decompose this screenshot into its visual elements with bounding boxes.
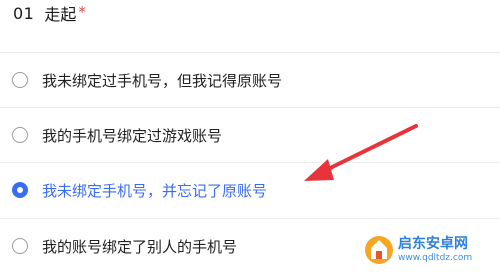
option-label: 我的手机号绑定过游戏账号 (42, 126, 223, 145)
option-forgot-account[interactable]: 我未绑定手机号，并忘记了原账号 (0, 163, 500, 217)
radio-button-checked[interactable] (12, 182, 28, 198)
question-title: 走起 (44, 5, 77, 24)
option-label: 我的账号绑定了别人的手机号 (42, 237, 238, 256)
radio-button[interactable] (12, 72, 28, 88)
option-phone-bound-game[interactable]: 我的手机号绑定过游戏账号 (0, 108, 500, 162)
watermark-url: www.qdltdz.com (398, 253, 473, 263)
radio-button[interactable] (12, 238, 28, 254)
required-mark: * (78, 3, 86, 21)
question-header: 01 走起 * (13, 0, 86, 26)
option-label: 我未绑定手机号，并忘记了原账号 (42, 181, 268, 200)
question-number: 01 (13, 3, 35, 23)
option-label: 我未绑定过手机号，但我记得原账号 (42, 71, 283, 90)
watermark-logo-icon (365, 236, 393, 264)
watermark-name: 启东安卓网 (398, 236, 468, 252)
radio-button[interactable] (12, 127, 28, 143)
watermark: 启东安卓网 www.qdltdz.com (364, 233, 494, 267)
option-remember-account[interactable]: 我未绑定过手机号，但我记得原账号 (0, 53, 500, 107)
